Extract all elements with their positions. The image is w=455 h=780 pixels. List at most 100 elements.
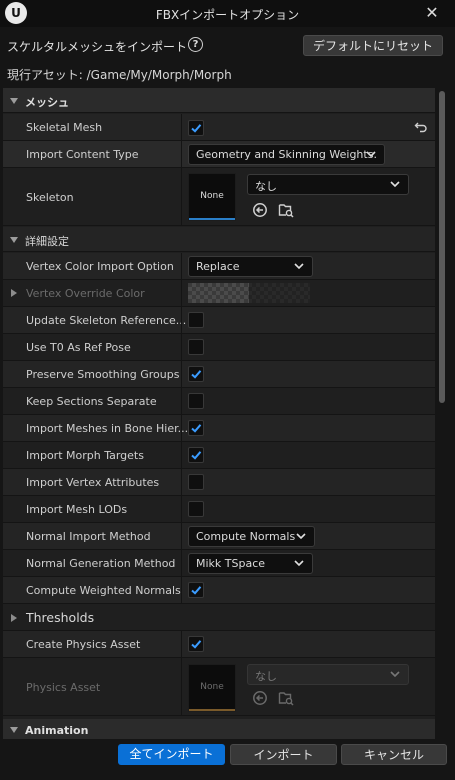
row-skeletal-mesh: Skeletal Mesh bbox=[3, 114, 435, 141]
title-bar: U FBXインポートオプション ✕ bbox=[0, 0, 455, 27]
use-t0-as-ref-pose-checkbox[interactable] bbox=[188, 339, 204, 355]
keep-sections-separate-checkbox[interactable] bbox=[188, 393, 204, 409]
row-import-morph-targets: Import Morph Targets bbox=[3, 442, 435, 469]
options-panel: メッシュ Skeletal Mesh Import Content Type G… bbox=[3, 88, 435, 739]
import-mesh-lods-checkbox[interactable] bbox=[188, 501, 204, 517]
row-compute-weighted-normals: Compute Weighted Normals bbox=[3, 577, 435, 604]
help-icon[interactable]: ? bbox=[188, 37, 203, 52]
close-icon[interactable]: ✕ bbox=[421, 2, 443, 24]
chevron-down-icon bbox=[390, 671, 400, 678]
physics-asset-thumbnail: None bbox=[188, 664, 236, 712]
update-skeleton-reference-checkbox[interactable] bbox=[188, 312, 204, 328]
import-morph-targets-checkbox[interactable] bbox=[188, 447, 204, 463]
skeleton-thumbnail[interactable]: None bbox=[188, 173, 236, 221]
normal-import-method-label: Normal Import Method bbox=[26, 530, 151, 543]
row-import-vertex-attributes: Import Vertex Attributes bbox=[3, 469, 435, 496]
section-animation-title: Animation bbox=[25, 724, 89, 737]
normal-import-method-dropdown[interactable]: Compute Normals bbox=[188, 526, 315, 547]
use-selected-asset-icon bbox=[253, 691, 267, 705]
current-asset-path: 現行アセット: /Game/My/Morph/Morph bbox=[7, 68, 232, 82]
vertex-color-import-option-value: Replace bbox=[196, 260, 240, 273]
section-mesh-title: メッシュ bbox=[25, 96, 69, 109]
row-skeleton: Skeleton None なし bbox=[3, 168, 435, 226]
skeletal-mesh-label: Skeletal Mesh bbox=[26, 121, 103, 134]
import-button[interactable]: インポート bbox=[230, 744, 337, 765]
import-type-label: スケルタルメッシュをインポート bbox=[7, 40, 188, 54]
physics-asset-thumbnail-text: None bbox=[200, 682, 224, 692]
keep-sections-separate-label: Keep Sections Separate bbox=[26, 395, 157, 408]
section-advanced-title: 詳細設定 bbox=[25, 235, 69, 248]
row-import-meshes-in-bone-hierarchy: Import Meshes in Bone Hier... bbox=[3, 415, 435, 442]
compute-weighted-normals-label: Compute Weighted Normals bbox=[26, 584, 181, 597]
create-physics-asset-label: Create Physics Asset bbox=[26, 638, 141, 651]
section-animation[interactable]: Animation bbox=[3, 719, 435, 739]
import-mesh-lods-label: Import Mesh LODs bbox=[26, 503, 128, 516]
chevron-down-icon bbox=[366, 151, 376, 158]
skeleton-label: Skeleton bbox=[26, 191, 74, 204]
row-create-physics-asset: Create Physics Asset bbox=[3, 631, 435, 658]
vertex-color-import-option-label: Vertex Color Import Option bbox=[26, 260, 174, 273]
section-advanced[interactable]: 詳細設定 bbox=[3, 227, 435, 252]
expand-caret-icon[interactable] bbox=[11, 614, 17, 622]
scrollbar-thumb[interactable] bbox=[439, 91, 445, 403]
skeleton-asset-picker[interactable]: なし bbox=[247, 174, 409, 195]
compute-weighted-normals-checkbox[interactable] bbox=[188, 582, 204, 598]
physics-asset-value: なし bbox=[255, 670, 277, 683]
import-all-button[interactable]: 全てインポート bbox=[118, 744, 225, 765]
collapse-caret-icon bbox=[10, 727, 18, 733]
preserve-smoothing-groups-label: Preserve Smoothing Groups bbox=[26, 368, 180, 381]
row-update-skeleton-reference: Update Skeleton Reference... bbox=[3, 307, 435, 334]
section-mesh[interactable]: メッシュ bbox=[3, 88, 435, 113]
vertex-color-import-option-dropdown[interactable]: Replace bbox=[188, 256, 313, 277]
import-content-type-dropdown[interactable]: Geometry and Skinning Weights. bbox=[188, 144, 385, 165]
row-normal-generation-method: Normal Generation Method Mikk TSpace bbox=[3, 550, 435, 577]
skeletal-mesh-checkbox[interactable] bbox=[188, 120, 204, 136]
physics-asset-picker: なし bbox=[247, 664, 409, 685]
chevron-down-icon bbox=[294, 263, 304, 270]
preserve-smoothing-groups-checkbox[interactable] bbox=[188, 366, 204, 382]
normal-generation-method-label: Normal Generation Method bbox=[26, 557, 176, 570]
collapse-caret-icon bbox=[10, 98, 18, 104]
window-title: FBXインポートオプション bbox=[155, 8, 300, 22]
create-physics-asset-checkbox[interactable] bbox=[188, 636, 204, 652]
normal-generation-method-value: Mikk TSpace bbox=[196, 557, 266, 570]
chevron-down-icon bbox=[296, 533, 306, 540]
import-vertex-attributes-checkbox[interactable] bbox=[188, 474, 204, 490]
physics-asset-label: Physics Asset bbox=[26, 681, 101, 694]
thresholds-label: Thresholds bbox=[26, 610, 95, 625]
chevron-down-icon bbox=[294, 560, 304, 567]
reset-to-default-arrow-icon[interactable] bbox=[414, 120, 428, 134]
vertex-override-color-label: Vertex Override Color bbox=[26, 287, 145, 300]
skeleton-thumbnail-text: None bbox=[200, 191, 224, 201]
row-thresholds[interactable]: Thresholds bbox=[3, 604, 435, 631]
import-meshes-in-bone-hierarchy-label: Import Meshes in Bone Hier... bbox=[26, 422, 189, 435]
import-vertex-attributes-label: Import Vertex Attributes bbox=[26, 476, 160, 489]
row-preserve-smoothing-groups: Preserve Smoothing Groups bbox=[3, 361, 435, 388]
row-use-t0-as-ref-pose: Use T0 As Ref Pose bbox=[3, 334, 435, 361]
import-meshes-in-bone-hierarchy-checkbox[interactable] bbox=[188, 420, 204, 436]
browse-asset-icon[interactable] bbox=[278, 202, 294, 218]
collapse-caret-icon bbox=[10, 237, 18, 243]
normal-generation-method-dropdown[interactable]: Mikk TSpace bbox=[188, 553, 313, 574]
row-import-mesh-lods: Import Mesh LODs bbox=[3, 496, 435, 523]
row-normal-import-method: Normal Import Method Compute Normals bbox=[3, 523, 435, 550]
reset-to-default-button[interactable]: デフォルトにリセット bbox=[303, 35, 443, 56]
row-import-content-type: Import Content Type Geometry and Skinnin… bbox=[3, 141, 435, 168]
normal-import-method-value: Compute Normals bbox=[196, 530, 296, 543]
update-skeleton-reference-label: Update Skeleton Reference... bbox=[26, 314, 187, 327]
row-vertex-color-import-option: Vertex Color Import Option Replace bbox=[3, 253, 435, 280]
import-content-type-value: Geometry and Skinning Weights. bbox=[196, 148, 377, 161]
chevron-down-icon bbox=[390, 181, 400, 188]
use-selected-asset-icon[interactable] bbox=[252, 202, 268, 218]
vertex-override-color-swatch[interactable] bbox=[188, 283, 310, 303]
cancel-button[interactable]: キャンセル bbox=[341, 744, 447, 765]
import-content-type-label: Import Content Type bbox=[26, 148, 139, 161]
row-vertex-override-color: Vertex Override Color bbox=[3, 280, 435, 307]
row-keep-sections-separate: Keep Sections Separate bbox=[3, 388, 435, 415]
browse-asset-icon bbox=[278, 692, 294, 706]
skeleton-value: なし bbox=[255, 180, 277, 193]
expand-caret-icon[interactable] bbox=[11, 289, 17, 297]
import-morph-targets-label: Import Morph Targets bbox=[26, 449, 144, 462]
row-physics-asset: Physics Asset None なし bbox=[3, 658, 435, 716]
use-t0-as-ref-pose-label: Use T0 As Ref Pose bbox=[26, 341, 131, 354]
